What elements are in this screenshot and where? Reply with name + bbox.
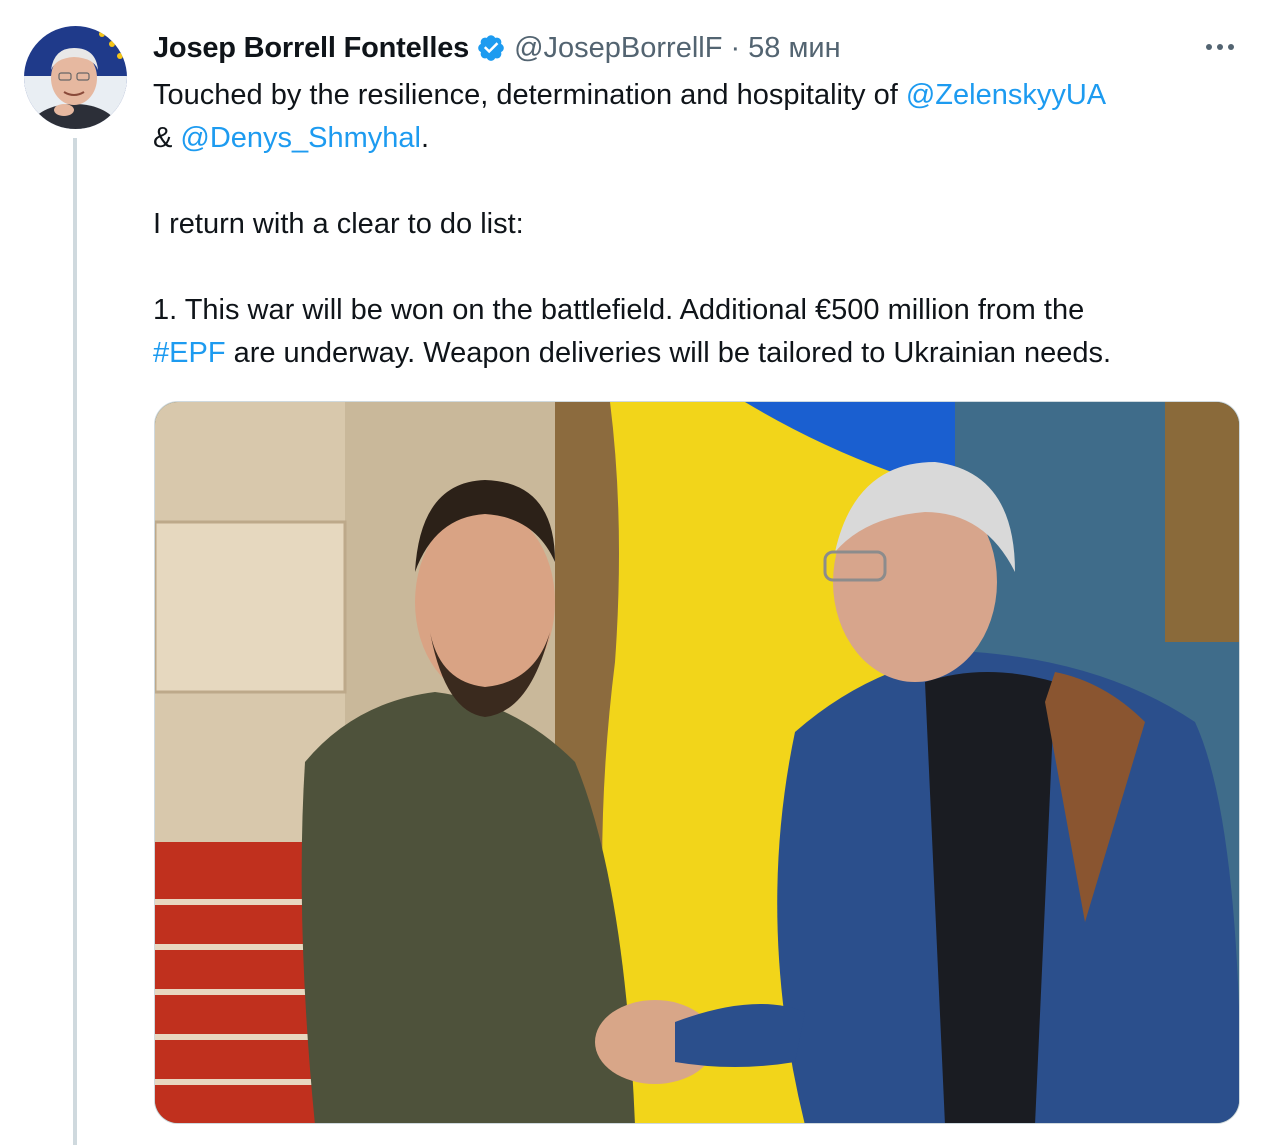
text-segment: Touched by the resilience, determination… [153,79,906,111]
text-segment: are underway. Weapon deliveries will be … [225,337,1112,369]
avatar-image [24,26,127,129]
tweet-line-1: Touched by the resilience, determination… [153,74,1243,117]
tweet-text: Touched by the resilience, determination… [153,74,1243,375]
tweet-header: Josep Borrell Fontelles @JosepBorrellF ·… [153,28,841,68]
tweet-paragraph-2: I return with a clear to do list: [153,208,524,240]
tweet-photo[interactable] [154,401,1240,1124]
dot [1206,44,1212,50]
hashtag-epf[interactable]: #EPF [153,337,226,369]
text-segment: 1. This war will be won on the battlefie… [153,294,1085,326]
mention-zelenskyyua[interactable]: @ZelenskyyUA [906,79,1106,111]
tweet-point-1: 1. This war will be won on the battlefie… [153,289,1243,375]
dot [1217,44,1223,50]
tweet-line-2: & @Denys_Shmyhal. [153,117,1243,160]
tweet-timestamp[interactable]: 58 мин [748,32,840,65]
header-separator: · [730,31,741,64]
verified-badge-icon [478,35,504,61]
photo-handshake-image [155,402,1239,1123]
author-handle[interactable]: @JosepBorrellF [514,32,722,65]
author-name[interactable]: Josep Borrell Fontelles [153,32,469,65]
text-segment: . [421,122,430,154]
more-options-icon[interactable] [1198,34,1242,60]
author-avatar[interactable] [24,26,127,129]
text-segment: & [153,122,181,154]
mention-denys-shmyhal[interactable]: @Denys_Shmyhal [180,122,421,154]
dot [1228,44,1234,50]
thread-line [73,138,77,1145]
